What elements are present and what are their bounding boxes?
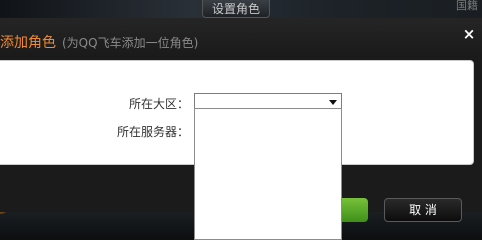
region-label: 所在大区： bbox=[128, 97, 189, 111]
nationality-label: 国籍 bbox=[456, 0, 478, 12]
region-dropdown-list[interactable] bbox=[194, 108, 342, 240]
dialog-title-text: 添加角色 bbox=[0, 35, 56, 51]
dialog-header: 添加角色 (为QQ飞车添加一位角色) × bbox=[0, 18, 482, 58]
dialog-title: 添加角色 (为QQ飞车添加一位角色) bbox=[0, 34, 198, 52]
cancel-button[interactable]: 取 消 bbox=[384, 198, 462, 222]
dialog-subtitle: (为QQ飞车添加一位角色) bbox=[62, 36, 199, 50]
chevron-down-icon[interactable] bbox=[329, 100, 337, 105]
close-icon[interactable]: × bbox=[462, 27, 476, 42]
confirm-button[interactable] bbox=[342, 198, 368, 222]
server-label: 所在服务器： bbox=[116, 125, 189, 139]
set-role-tab[interactable]: 设置角色 bbox=[202, 0, 270, 18]
